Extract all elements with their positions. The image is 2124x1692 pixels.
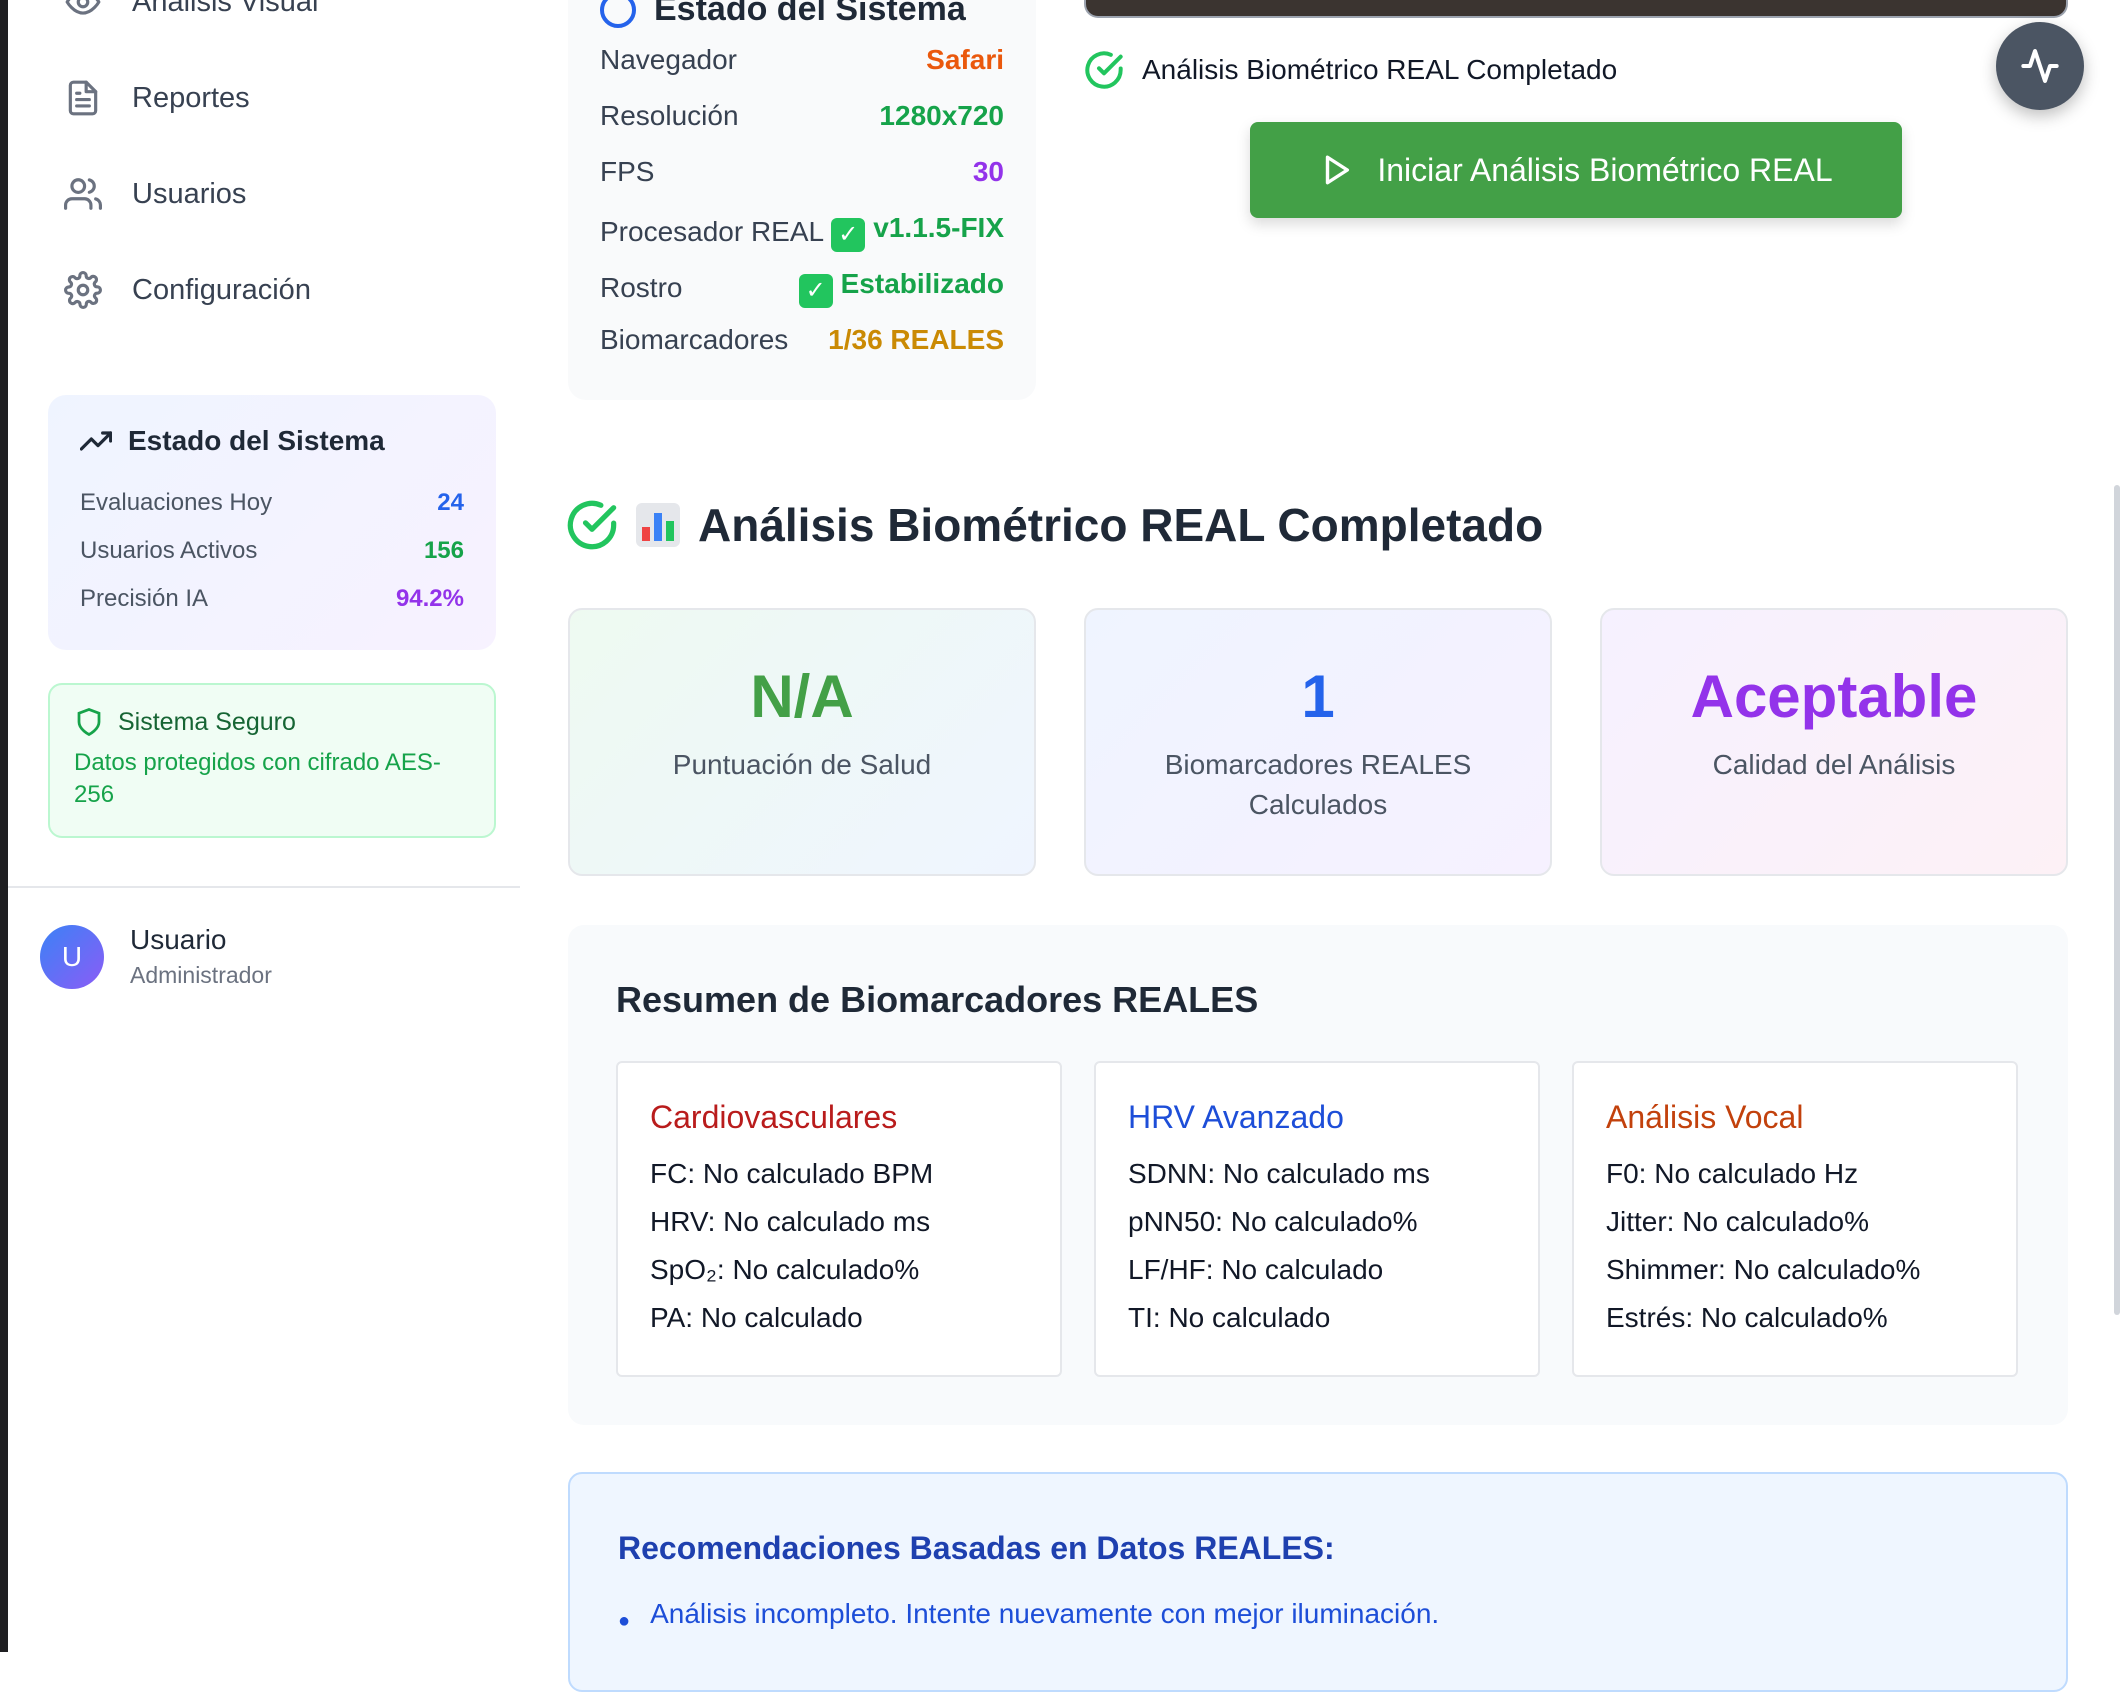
trending-up-icon	[80, 431, 112, 451]
user-role: Administrador	[130, 962, 272, 988]
play-icon	[1326, 155, 1350, 185]
secure-title: Sistema Seguro	[118, 707, 296, 736]
info-row-procesador: Procesador REAL ✓ v1.1.5-FIX	[600, 212, 1004, 252]
status-card-title: Estado del Sistema	[80, 425, 464, 457]
biomarker-group-hrv: HRV Avanzado SDNN: No calculado ms pNN50…	[1094, 1061, 1540, 1377]
info-value: Estabilizado	[840, 268, 1004, 299]
secure-description: Datos protegidos con cifrado AES-256	[74, 749, 441, 808]
sidebar-item-reportes[interactable]: Reportes	[64, 68, 250, 128]
stat-value: 156	[423, 537, 464, 564]
sidebar-item-configuracion[interactable]: Configuración	[64, 260, 311, 320]
list-item: ● Análisis incompleto. Intente nuevament…	[618, 1598, 1440, 1632]
score-value: 1	[1301, 663, 1335, 730]
list-item: LF/HF: No calculado	[1128, 1254, 1384, 1285]
bullet-icon: ●	[618, 1610, 631, 1632]
activity-icon	[2021, 49, 2059, 83]
check-circle-icon	[1085, 51, 1123, 89]
system-card-title: Estado del Sistema	[654, 0, 966, 28]
list-item: Estrés: No calculado%	[1606, 1302, 1888, 1333]
check-mark-icon: ✓	[798, 274, 833, 308]
group-title: Cardiovasculares	[650, 1099, 898, 1135]
list-item: FC: No calculado BPM	[650, 1158, 934, 1189]
info-value: Safari	[926, 44, 1004, 75]
check-mark-icon: ✓	[831, 218, 866, 252]
check-circle-icon	[567, 500, 617, 550]
sidebar-item-analisis-visual[interactable]: Análisis Visual	[64, 0, 318, 32]
info-value: 1/36 REALES	[828, 324, 1004, 355]
info-value: 1280x720	[879, 100, 1004, 131]
recommendations-title: Recomendaciones Basadas en Datos REALES:	[618, 1530, 1335, 1566]
user-name: Usuario	[130, 924, 227, 955]
stat-value: 24	[437, 489, 464, 516]
list-item: SDNN: No calculado ms	[1128, 1158, 1430, 1189]
list-item: TI: No calculado	[1128, 1302, 1331, 1333]
gear-icon	[64, 271, 102, 309]
score-value: N/A	[750, 663, 854, 730]
stat-value: 94.2%	[395, 585, 464, 612]
list-item: Jitter: No calculado%	[1606, 1206, 1870, 1237]
list-item: HRV: No calculado ms	[650, 1206, 931, 1237]
list-item: F0: No calculado Hz	[1606, 1158, 1859, 1189]
stat-row-precision: Precisión IA 94.2%	[80, 585, 464, 612]
secure-system-card: Sistema Seguro Datos protegidos con cifr…	[48, 683, 496, 838]
activity-fab-button[interactable]	[1996, 22, 2084, 110]
list-item: pNN50: No calculado%	[1128, 1206, 1418, 1237]
sidebar-item-label: Configuración	[132, 273, 311, 306]
sidebar-divider	[8, 886, 520, 888]
biomarker-group-cardio: Cardiovasculares FC: No calculado BPM HR…	[616, 1061, 1062, 1377]
group-title: HRV Avanzado	[1128, 1099, 1344, 1135]
info-row-resolucion: Resolución 1280x720	[600, 100, 1004, 131]
document-icon	[68, 80, 98, 116]
stat-row-evaluaciones: Evaluaciones Hoy 24	[80, 489, 464, 516]
start-analysis-button[interactable]: Iniciar Análisis Biométrico REAL	[1250, 122, 1902, 218]
info-row-navegador: Navegador Safari	[600, 44, 1004, 75]
sidebar: Análisis Visual Reportes Usuarios Config…	[8, 0, 520, 1652]
score-label: Puntuación de Salud	[672, 749, 932, 780]
sidebar-item-usuarios[interactable]: Usuarios	[64, 164, 246, 224]
info-value: v1.1.5-FIX	[873, 212, 1004, 243]
info-value: 30	[972, 156, 1004, 187]
info-row-rostro: Rostro ✓ Estabilizado	[600, 268, 1004, 308]
stat-row-usuarios-activos: Usuarios Activos 156	[80, 537, 464, 564]
avatar: U	[40, 924, 104, 989]
score-card-salud: N/A Puntuación de Salud	[568, 608, 1036, 876]
eye-icon	[65, 0, 101, 15]
biomarker-summary: Resumen de Biomarcadores REALES Cardiova…	[568, 925, 2068, 1425]
score-value: Aceptable	[1690, 663, 1978, 730]
results-heading: Análisis Biométrico REAL Completado	[566, 498, 1543, 552]
group-title: Análisis Vocal	[1606, 1099, 1804, 1135]
info-row-biomarcadores: Biomarcadores 1/36 REALES	[600, 324, 1004, 355]
scrollbar[interactable]	[2114, 485, 2120, 1315]
window-frame	[0, 0, 8, 1652]
sidebar-item-label: Análisis Visual	[132, 0, 319, 18]
score-card-biomarcadores: 1 Biomarcadores REALES Calculados	[1084, 608, 1552, 876]
users-icon	[64, 178, 102, 210]
sidebar-item-label: Usuarios	[132, 177, 247, 210]
system-status-card: Estado del Sistema Evaluaciones Hoy 24 U…	[48, 395, 496, 650]
system-info-card: Estado del Sistema Navegador Safari Reso…	[568, 0, 1036, 400]
score-label: Calidad del Análisis	[1712, 749, 1956, 780]
biomarker-group-vocal: Análisis Vocal F0: No calculado Hz Jitte…	[1572, 1061, 2018, 1377]
sidebar-item-label: Reportes	[132, 81, 250, 114]
analysis-status-line: Análisis Biométrico REAL Completado	[1084, 50, 1617, 90]
status-ring-icon	[600, 0, 636, 28]
list-item: SpO₂: No calculado%	[650, 1254, 920, 1285]
shield-icon	[77, 708, 101, 737]
recommendations-panel: Recomendaciones Basadas en Datos REALES:…	[568, 1472, 2068, 1692]
score-card-calidad: Aceptable Calidad del Análisis	[1600, 608, 2068, 876]
score-label: Biomarcadores REALES Calculados	[1164, 749, 1472, 820]
user-profile[interactable]: U Usuario Administrador	[40, 924, 272, 989]
info-row-fps: FPS 30	[600, 156, 1004, 187]
bar-chart-icon	[636, 503, 680, 547]
camera-preview	[1084, 0, 2068, 18]
list-item: PA: No calculado	[650, 1302, 863, 1333]
list-item: Shimmer: No calculado%	[1606, 1254, 1921, 1285]
summary-title: Resumen de Biomarcadores REALES	[616, 979, 1259, 1020]
